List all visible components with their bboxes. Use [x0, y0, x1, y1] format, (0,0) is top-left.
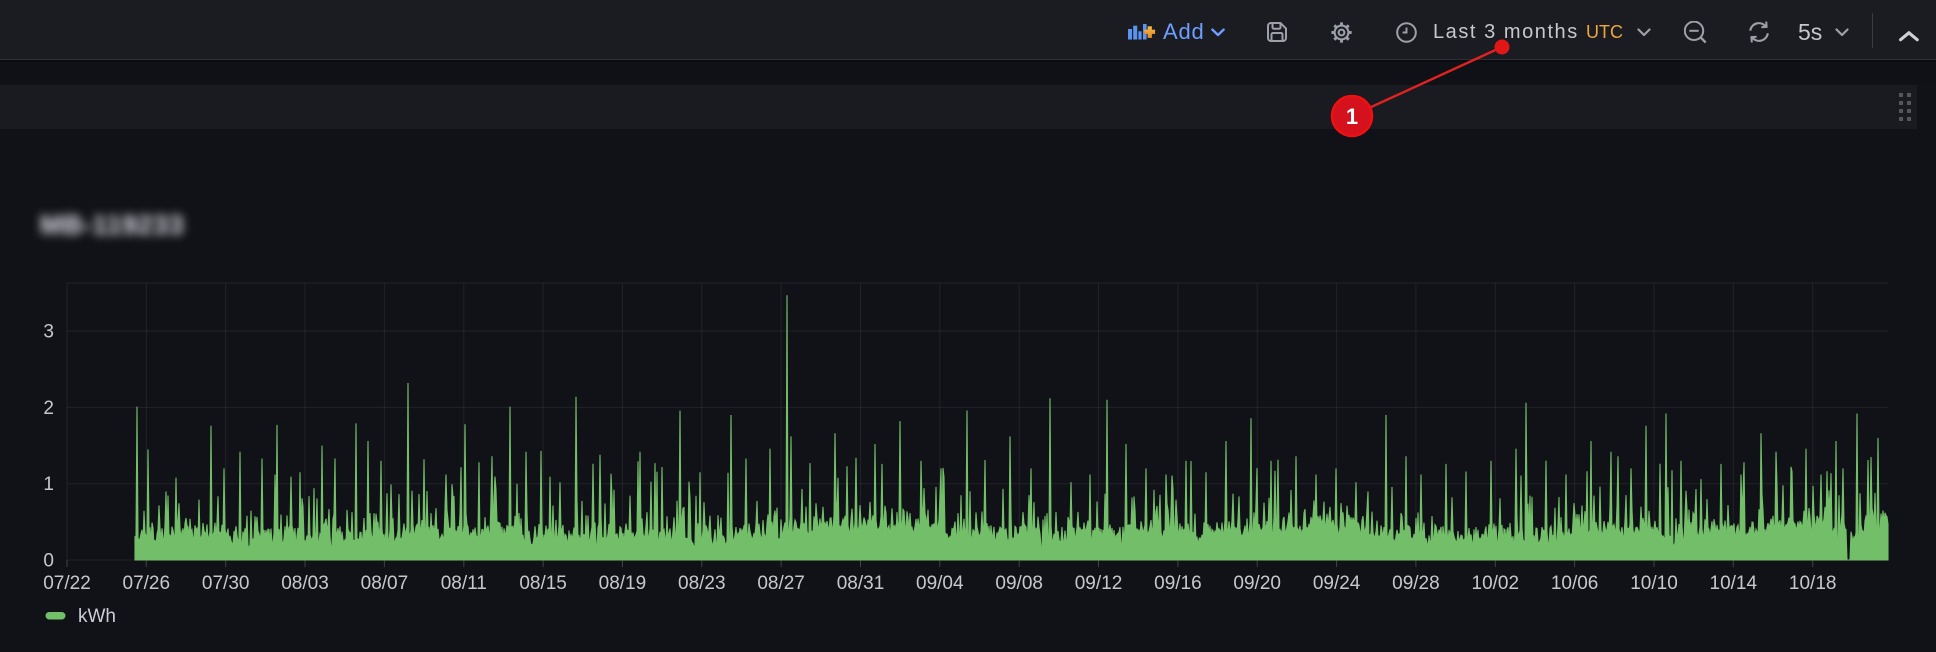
svg-text:1: 1	[1346, 104, 1358, 129]
